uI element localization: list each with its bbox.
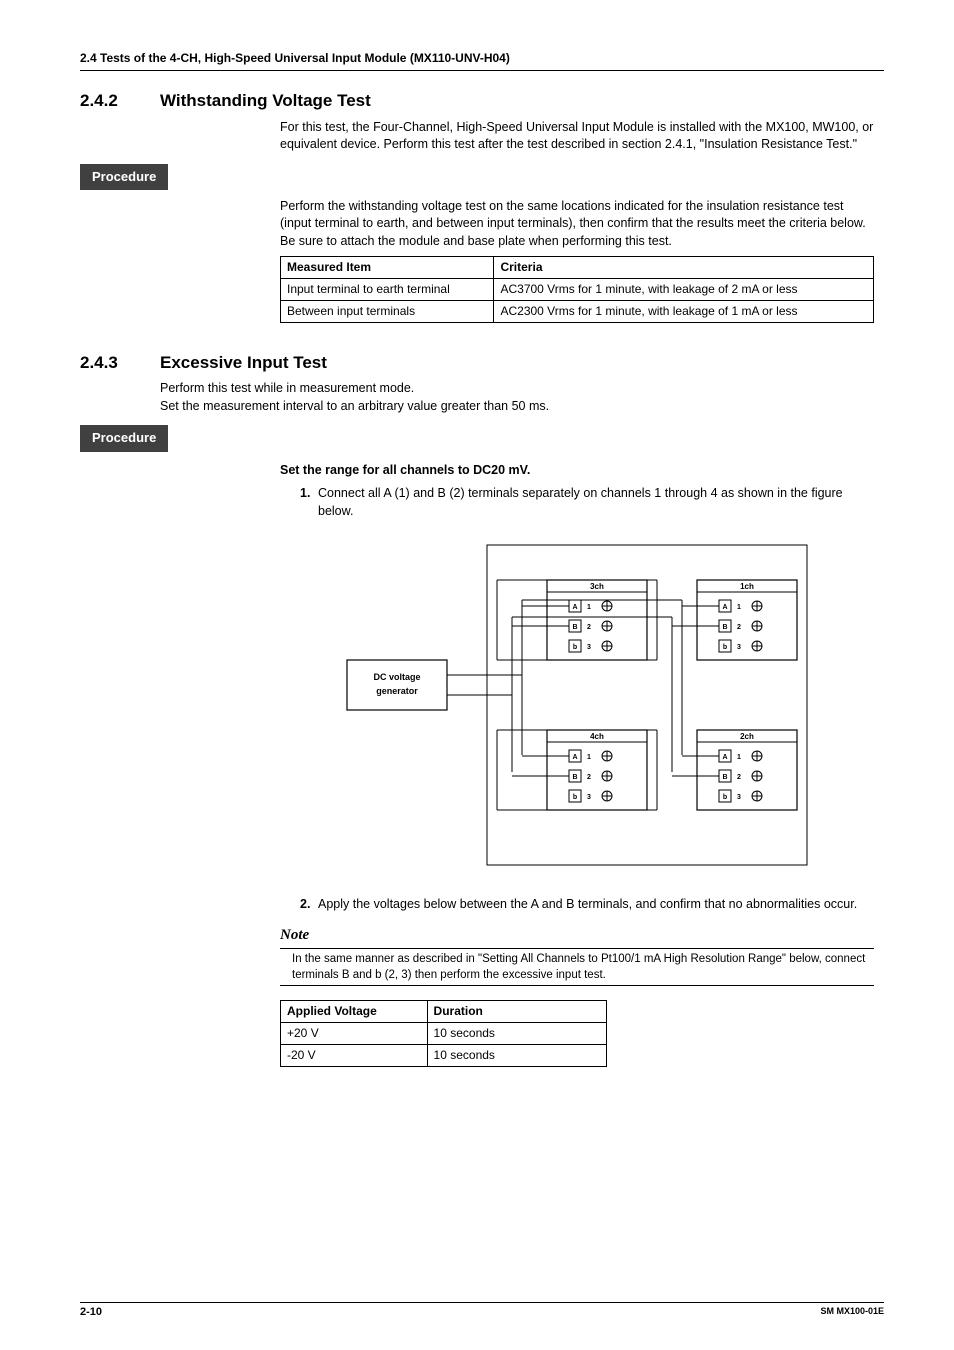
svg-text:generator: generator bbox=[376, 686, 418, 696]
section-number: 2.4.2 bbox=[80, 89, 160, 113]
note-rule bbox=[280, 948, 874, 949]
procedure-text: Perform the withstanding voltage test on… bbox=[280, 198, 874, 233]
svg-text:A: A bbox=[572, 754, 577, 761]
table-header: Measured Item bbox=[281, 257, 494, 279]
svg-text:1: 1 bbox=[587, 604, 591, 611]
table-row: -20 V 10 seconds bbox=[281, 1044, 607, 1066]
svg-text:A: A bbox=[722, 754, 727, 761]
applied-voltage-table: Applied Voltage Duration +20 V 10 second… bbox=[280, 1000, 607, 1066]
step-number: 2. bbox=[300, 896, 318, 914]
svg-text:1: 1 bbox=[737, 754, 741, 761]
svg-text:B: B bbox=[572, 774, 577, 781]
section-242-intro: For this test, the Four-Channel, High-Sp… bbox=[280, 119, 874, 154]
table-row: Between input terminals AC2300 Vrms for … bbox=[281, 300, 874, 322]
table-header: Applied Voltage bbox=[281, 1001, 428, 1023]
page-footer: 2-10 SM MX100-01E bbox=[80, 1302, 884, 1320]
withstanding-voltage-table: Measured Item Criteria Input terminal to… bbox=[280, 256, 874, 322]
table-row: +20 V 10 seconds bbox=[281, 1023, 607, 1045]
svg-text:1ch: 1ch bbox=[740, 582, 754, 591]
svg-text:2: 2 bbox=[737, 774, 741, 781]
svg-text:b: b bbox=[723, 644, 727, 651]
procedure-subheading: Set the range for all channels to DC20 m… bbox=[280, 462, 874, 480]
svg-text:3ch: 3ch bbox=[590, 582, 604, 591]
svg-text:2: 2 bbox=[587, 774, 591, 781]
svg-text:B: B bbox=[722, 624, 727, 631]
step-text: Connect all A (1) and B (2) terminals se… bbox=[318, 485, 874, 520]
svg-text:4ch: 4ch bbox=[590, 732, 604, 741]
svg-text:2ch: 2ch bbox=[740, 732, 754, 741]
section-intro: Set the measurement interval to an arbit… bbox=[160, 398, 884, 416]
svg-text:1: 1 bbox=[587, 754, 591, 761]
procedure-label: Procedure bbox=[80, 164, 168, 190]
svg-text:DC voltage: DC voltage bbox=[373, 672, 420, 682]
procedure-text-2: Be sure to attach the module and base pl… bbox=[280, 233, 874, 251]
page-number: 2-10 bbox=[80, 1305, 102, 1320]
note-label: Note bbox=[280, 925, 874, 946]
svg-text:3: 3 bbox=[587, 794, 591, 801]
svg-text:b: b bbox=[573, 794, 577, 801]
note-rule bbox=[280, 985, 874, 986]
table-header: Duration bbox=[427, 1001, 606, 1023]
svg-text:B: B bbox=[572, 624, 577, 631]
svg-text:A: A bbox=[572, 604, 577, 611]
page-header: 2.4 Tests of the 4-CH, High-Speed Univer… bbox=[80, 50, 884, 71]
section-243-heading: 2.4.3 Excessive Input Test bbox=[80, 351, 884, 375]
table-row: Input terminal to earth terminal AC3700 … bbox=[281, 279, 874, 301]
procedure-label: Procedure bbox=[80, 425, 168, 451]
svg-text:B: B bbox=[722, 774, 727, 781]
section-intro: Perform this test while in measurement m… bbox=[160, 380, 884, 398]
note-text: In the same manner as described in "Sett… bbox=[280, 951, 874, 983]
svg-text:b: b bbox=[723, 794, 727, 801]
svg-text:A: A bbox=[722, 604, 727, 611]
section-number: 2.4.3 bbox=[80, 351, 160, 375]
svg-text:2: 2 bbox=[587, 624, 591, 631]
section-title: Excessive Input Test bbox=[160, 351, 327, 375]
svg-text:2: 2 bbox=[737, 624, 741, 631]
step-text: Apply the voltages below between the A a… bbox=[318, 896, 857, 914]
section-title: Withstanding Voltage Test bbox=[160, 89, 371, 113]
step-number: 1. bbox=[300, 485, 318, 520]
svg-text:1: 1 bbox=[737, 604, 741, 611]
svg-text:3: 3 bbox=[737, 794, 741, 801]
svg-text:3: 3 bbox=[587, 644, 591, 651]
svg-text:3: 3 bbox=[737, 644, 741, 651]
section-242-heading: 2.4.2 Withstanding Voltage Test bbox=[80, 89, 884, 113]
svg-text:b: b bbox=[573, 644, 577, 651]
doc-id: SM MX100-01E bbox=[820, 1305, 884, 1320]
table-header: Criteria bbox=[494, 257, 874, 279]
wiring-diagram: DC voltage generator 3ch bbox=[337, 540, 817, 876]
